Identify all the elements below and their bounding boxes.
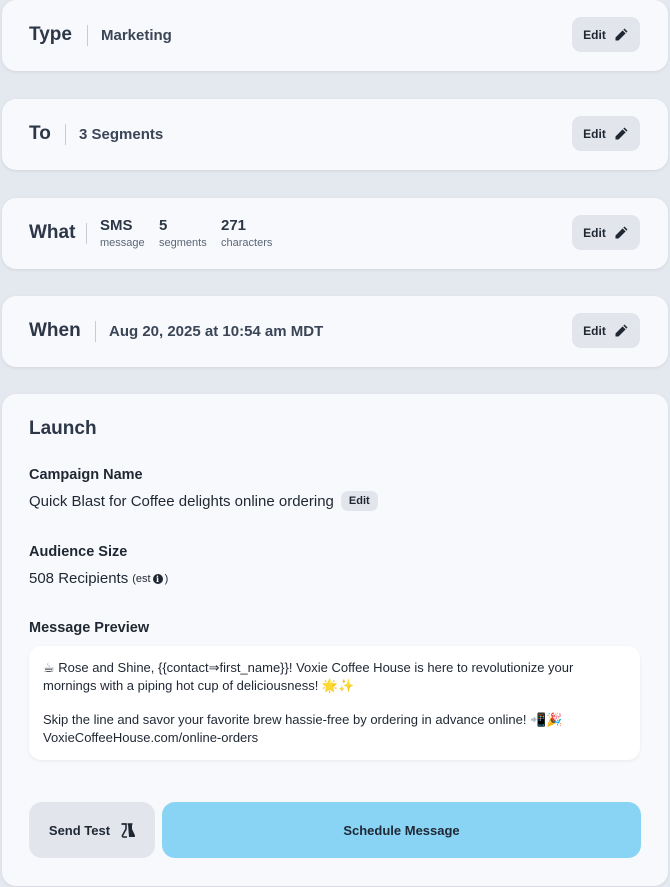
stat-characters: 271 characters [221, 217, 272, 249]
edit-label: Edit [583, 27, 606, 42]
estimate-close: ) [164, 572, 169, 585]
to-label: To [29, 123, 51, 144]
edit-label: Edit [583, 126, 606, 141]
when-card: When Aug 20, 2025 at 10:54 am MDT Edit [2, 296, 668, 367]
stat-label: message [100, 237, 145, 249]
divider [87, 25, 88, 46]
campaign-name-value: Quick Blast for Coffee delights online o… [29, 492, 334, 510]
stat-value: SMS [100, 217, 133, 234]
type-label: Type [29, 24, 72, 45]
audience-size-row: 508 Recipients (est i ) [29, 570, 168, 587]
stat-segments: 5 segments [159, 217, 207, 249]
stat-value: 271 [221, 217, 247, 234]
divider [95, 321, 96, 342]
when-value: Aug 20, 2025 at 10:54 am MDT [109, 323, 324, 340]
info-icon[interactable]: i [152, 573, 163, 584]
stat-label: segments [159, 237, 207, 249]
edit-label: Edit [583, 225, 606, 240]
stat-label: characters [221, 237, 273, 249]
type-value: Marketing [101, 27, 172, 44]
preview-paragraph: ☕ Rose and Shine, {{contact⇒first_name}}… [43, 660, 574, 693]
launch-title: Launch [29, 418, 97, 439]
audience-size-value: 508 Recipients [29, 570, 129, 587]
launch-card: Launch Campaign Name Quick Blast for Cof… [2, 394, 668, 886]
send-test-label: Send Test [48, 822, 111, 838]
message-preview-heading: Message Preview [29, 620, 150, 636]
divider [86, 223, 87, 244]
flask-icon [121, 823, 136, 838]
edit-when-button[interactable]: Edit [572, 313, 640, 348]
schedule-label: Schedule Message [343, 822, 460, 838]
schedule-message-button[interactable]: Schedule Message [162, 802, 641, 858]
edit-label: Edit [583, 323, 606, 338]
stat-message: SMS message [100, 217, 145, 249]
edit-to-button[interactable]: Edit [572, 116, 640, 151]
to-card: To 3 Segments Edit [2, 99, 668, 170]
pencil-icon [615, 28, 628, 40]
what-label: What [29, 222, 76, 243]
preview-paragraph: Skip the line and savor your favorite br… [43, 712, 563, 745]
pencil-icon [615, 127, 628, 139]
campaign-name-row: Quick Blast for Coffee delights online o… [29, 491, 378, 511]
pencil-icon [615, 324, 628, 336]
pencil-icon [615, 226, 628, 238]
campaign-name-heading: Campaign Name [29, 467, 143, 483]
stat-value: 5 [159, 217, 168, 234]
edit-campaign-name-button[interactable]: Edit [340, 491, 378, 511]
audience-size-heading: Audience Size [29, 544, 128, 560]
edit-type-button[interactable]: Edit [572, 17, 640, 52]
send-test-button[interactable]: Send Test [29, 802, 155, 858]
estimate-open: (est [132, 572, 151, 585]
what-card: What SMS message 5 segments 271 characte… [2, 198, 668, 269]
edit-what-button[interactable]: Edit [572, 215, 640, 250]
to-value: 3 Segments [79, 126, 164, 143]
divider [65, 124, 66, 145]
type-card: Type Marketing Edit [2, 0, 668, 71]
when-label: When [29, 320, 81, 341]
estimate-note: (est i ) [132, 573, 168, 585]
message-preview-box: ☕ Rose and Shine, {{contact⇒first_name}}… [29, 646, 640, 760]
